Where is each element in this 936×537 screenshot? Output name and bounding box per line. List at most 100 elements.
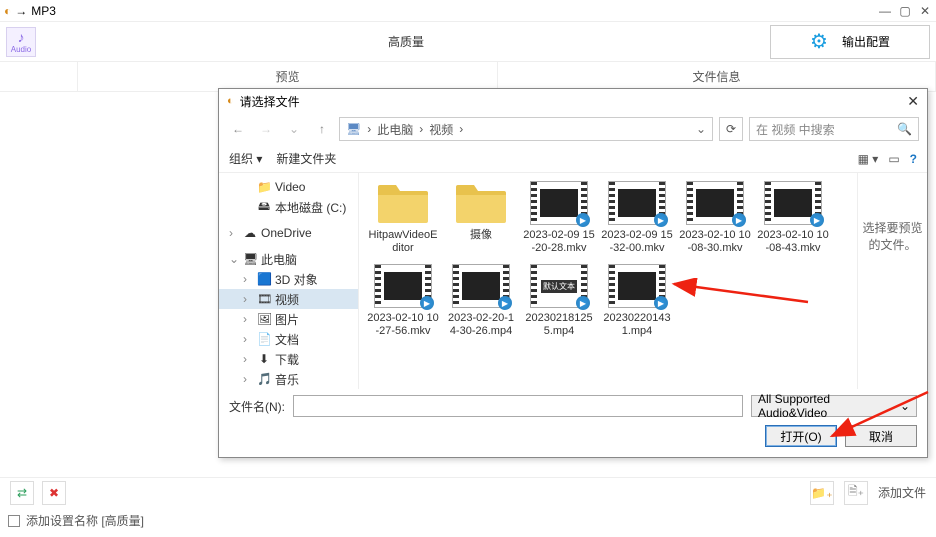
preset-checkbox[interactable] bbox=[8, 515, 20, 527]
file-label: 2023-02-09 15-20-28.mkv bbox=[523, 229, 595, 254]
breadcrumb-folder[interactable]: 视频 bbox=[429, 121, 453, 138]
preset-label: 添加设置名称 [高质量] bbox=[26, 512, 144, 529]
quality-label: 高质量 bbox=[42, 33, 770, 50]
file-label: 202302181255.mp4 bbox=[523, 312, 595, 337]
video-thumb: ▶ bbox=[764, 181, 822, 225]
output-config-label: 输出配置 bbox=[842, 33, 890, 50]
folder-tree[interactable]: 📁Video🖴本地磁盘 (C:) ›☁OneDrive ⌄🖥此电脑›🟦3D 对象›🎞… bbox=[219, 173, 359, 389]
filetype-select[interactable]: All Supported Audio&Video ⌄ bbox=[751, 395, 917, 417]
file-item[interactable]: ▶2023-02-09 15-32-00.mkv bbox=[601, 181, 673, 254]
add-file-label[interactable]: 添加文件 bbox=[878, 484, 926, 501]
file-item[interactable]: HitpawVideoEditor bbox=[367, 181, 439, 254]
dialog-titlebar: ◐ 请选择文件 ✕ bbox=[219, 89, 927, 113]
dialog-icon: ◐ bbox=[227, 95, 234, 107]
view-mode-button[interactable]: ▦ ▾ bbox=[858, 152, 879, 166]
file-item[interactable]: ▶2023-02-20-14-30-26.mp4 bbox=[445, 264, 517, 337]
file-label: HitpawVideoEditor bbox=[367, 229, 439, 254]
play-overlay-icon: ▶ bbox=[654, 213, 668, 227]
format-audio-tile[interactable]: ♪ Audio bbox=[6, 27, 36, 57]
file-item[interactable]: 默认文本▶202302181255.mp4 bbox=[523, 264, 595, 337]
tabs-spacer bbox=[0, 62, 78, 91]
filetype-value: All Supported Audio&Video bbox=[758, 392, 900, 420]
pc-icon: 🖥 bbox=[346, 122, 361, 136]
search-input[interactable]: 在 视频 中搜索 🔍 bbox=[749, 117, 919, 141]
tree-item[interactable]: 🖴本地磁盘 (C:) bbox=[219, 197, 358, 217]
tree-item[interactable]: 📁Video bbox=[219, 177, 358, 197]
dialog-title: 请选择文件 bbox=[240, 93, 300, 110]
video-thumb: ▶ bbox=[608, 264, 666, 308]
tab-fileinfo[interactable]: 文件信息 bbox=[498, 62, 936, 91]
chevron-down-icon: ⌄ bbox=[900, 399, 910, 413]
video-thumb: ▶ bbox=[374, 264, 432, 308]
play-overlay-icon: ▶ bbox=[654, 296, 668, 310]
play-overlay-icon: ▶ bbox=[732, 213, 746, 227]
breadcrumb-path[interactable]: 🖥 › 此电脑 › 视频 › ⌄ bbox=[339, 117, 713, 141]
delete-button[interactable]: ✖ bbox=[42, 481, 66, 505]
nav-forward-button[interactable]: → bbox=[255, 118, 277, 140]
file-item[interactable]: ▶ 2023-02-09 15-20-28.mkv bbox=[523, 181, 595, 254]
dialog-body: 📁Video🖴本地磁盘 (C:) ›☁OneDrive ⌄🖥此电脑›🟦3D 对象›🎞… bbox=[219, 173, 927, 389]
new-folder-button[interactable]: 新建文件夹 bbox=[276, 150, 336, 167]
nav-back-button[interactable]: ← bbox=[227, 118, 249, 140]
file-grid[interactable]: HitpawVideoEditor摄像 ▶ 2023-02-09 15-20-28.… bbox=[359, 173, 857, 389]
preview-pane-button[interactable]: ▭ bbox=[888, 152, 899, 166]
add-folder-button[interactable]: 📁₊ bbox=[810, 481, 834, 505]
preview-hint: 选择要预览的文件。 bbox=[862, 219, 923, 253]
dialog-footer: 文件名(N): All Supported Audio&Video ⌄ 打开(O… bbox=[219, 389, 927, 457]
add-file-icon-button[interactable]: 🗎₊ bbox=[844, 481, 868, 505]
file-item[interactable]: ▶202302201431.mp4 bbox=[601, 264, 673, 337]
nav-up-button[interactable]: ↑ bbox=[311, 118, 333, 140]
bottom-toolbar: ⇄ ✖ 📁₊ 🗎₊ 添加文件 bbox=[0, 477, 936, 507]
breadcrumb-sep-3: › bbox=[459, 122, 463, 136]
app-toolbar: ♪ Audio 高质量 ⚙ 输出配置 bbox=[0, 22, 936, 62]
minimize-button[interactable]: — bbox=[878, 4, 892, 18]
tree-item[interactable]: ›☁OneDrive bbox=[219, 223, 358, 243]
title-prefix: → bbox=[15, 4, 27, 18]
dialog-nav-row: ← → ⌄ ↑ 🖥 › 此电脑 › 视频 › ⌄ ⟳ 在 视频 中搜索 🔍 bbox=[219, 113, 927, 145]
play-overlay-icon: ▶ bbox=[810, 213, 824, 227]
play-overlay-icon: ▶ bbox=[576, 213, 590, 227]
file-item[interactable]: ▶ 2023-02-10 10-27-56.mkv bbox=[367, 264, 439, 337]
nav-recent-button[interactable]: ⌄ bbox=[283, 118, 305, 140]
breadcrumb-dropdown-icon[interactable]: ⌄ bbox=[696, 122, 706, 136]
tree-item[interactable]: ›🟦3D 对象 bbox=[219, 269, 358, 289]
file-item[interactable]: ▶ 2023-02-10 10-08-30.mkv bbox=[679, 181, 751, 254]
help-button[interactable]: ? bbox=[910, 152, 917, 166]
organize-menu[interactable]: 组织 ▾ bbox=[229, 150, 262, 167]
tab-preview[interactable]: 预览 bbox=[78, 62, 498, 91]
refresh-button[interactable]: ⟳ bbox=[719, 117, 743, 141]
output-config-button[interactable]: ⚙ 输出配置 bbox=[770, 25, 930, 59]
tree-item[interactable]: ›🎵音乐 bbox=[219, 369, 358, 389]
file-label: 2023-02-20-14-30-26.mp4 bbox=[445, 312, 517, 337]
video-thumb: ▶ bbox=[608, 181, 666, 225]
tree-item[interactable]: ›⬇下载 bbox=[219, 349, 358, 369]
file-label: 2023-02-10 10-08-43.mkv bbox=[757, 229, 829, 254]
open-button[interactable]: 打开(O) bbox=[765, 425, 837, 447]
filename-label: 文件名(N): bbox=[229, 398, 285, 415]
search-placeholder: 在 视频 中搜索 bbox=[756, 121, 835, 138]
tree-item[interactable]: ›🎞视频 bbox=[219, 289, 358, 309]
dialog-close-button[interactable]: ✕ bbox=[907, 93, 919, 110]
breadcrumb-sep-2: › bbox=[419, 122, 423, 136]
audio-label: Audio bbox=[11, 45, 31, 54]
close-button[interactable]: ✕ bbox=[918, 4, 932, 18]
tree-item[interactable]: ⌄🖥此电脑 bbox=[219, 249, 358, 269]
file-label: 2023-02-10 10-27-56.mkv bbox=[367, 312, 439, 337]
cancel-button[interactable]: 取消 bbox=[845, 425, 917, 447]
music-note-icon: ♪ bbox=[18, 29, 25, 45]
video-thumb: ▶ bbox=[686, 181, 744, 225]
dialog-toolbar: 组织 ▾ 新建文件夹 ▦ ▾ ▭ ? bbox=[219, 145, 927, 173]
file-item[interactable]: 摄像 bbox=[445, 181, 517, 254]
filename-input[interactable] bbox=[293, 395, 743, 417]
tree-item[interactable]: ›🖼图片 bbox=[219, 309, 358, 329]
breadcrumb-root[interactable]: 此电脑 bbox=[377, 121, 413, 138]
file-item[interactable]: ▶ 2023-02-10 10-08-43.mkv bbox=[757, 181, 829, 254]
app-title: MP3 bbox=[31, 4, 56, 18]
play-overlay-icon: ▶ bbox=[420, 296, 434, 310]
app-logo-icon: ◐ bbox=[4, 4, 11, 18]
video-thumb: ▶ bbox=[530, 181, 588, 225]
file-label: 2023-02-10 10-08-30.mkv bbox=[679, 229, 751, 254]
tree-item[interactable]: ›📄文档 bbox=[219, 329, 358, 349]
maximize-button[interactable]: ▢ bbox=[898, 4, 912, 18]
merge-button[interactable]: ⇄ bbox=[10, 481, 34, 505]
